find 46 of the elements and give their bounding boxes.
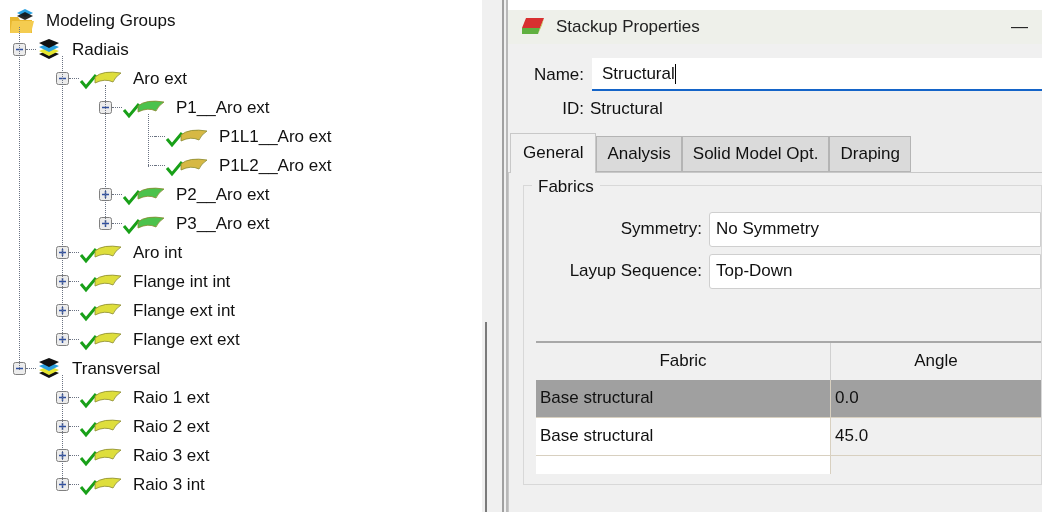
- tab[interactable]: Analysis: [596, 135, 682, 172]
- folder-layers-icon: [8, 6, 36, 35]
- tree-item[interactable]: P1L2__Aro ext: [219, 152, 332, 179]
- tree-item[interactable]: Raio 1 ext: [133, 384, 210, 411]
- table-cell-text: Base structural: [540, 425, 654, 448]
- column-header[interactable]: Fabric: [536, 342, 831, 380]
- tree-item[interactable]: Raio 2 ext: [133, 413, 210, 440]
- tab[interactable]: General: [510, 132, 597, 173]
- tree-item[interactable]: Radiais: [72, 36, 129, 63]
- tree-item[interactable]: Modeling Groups: [46, 7, 176, 34]
- tree-item[interactable]: P2__Aro ext: [176, 181, 270, 208]
- id-value: Structural: [590, 98, 663, 120]
- expand-toggle[interactable]: [56, 275, 69, 288]
- column-header[interactable]: Angle: [831, 342, 1041, 380]
- table-row[interactable]: Base structural 0.0: [536, 379, 1041, 418]
- tree-item[interactable]: Raio 3 int: [133, 471, 205, 498]
- tree-item[interactable]: Flange int int: [133, 268, 231, 295]
- table-cell-text: 0.0: [835, 387, 859, 410]
- tree-item[interactable]: Aro int: [133, 239, 183, 266]
- expand-toggle[interactable]: [56, 478, 69, 491]
- name-field[interactable]: Structural: [592, 58, 1042, 91]
- tree-item[interactable]: P3__Aro ext: [176, 210, 270, 237]
- tree-item[interactable]: P1__Aro ext: [176, 94, 270, 121]
- collapse-toggle[interactable]: [13, 362, 26, 375]
- minimize-button[interactable]: —: [1005, 14, 1034, 40]
- tab[interactable]: Solid Model Opt.: [681, 135, 830, 172]
- name-label: Name:: [532, 63, 584, 86]
- collapse-toggle[interactable]: [99, 101, 112, 114]
- table-cell-text: Base structural: [540, 387, 654, 410]
- field-label: Layup Sequence:: [568, 260, 702, 283]
- tree-item[interactable]: Flange ext ext: [133, 326, 240, 353]
- tab[interactable]: Draping: [829, 135, 912, 172]
- expand-toggle[interactable]: [56, 420, 69, 433]
- tree-item[interactable]: Aro ext: [133, 65, 187, 92]
- dropdown-field[interactable]: No Symmetry: [709, 211, 1041, 247]
- field-label: Symmetry:: [619, 218, 702, 241]
- tree-item[interactable]: Flange ext int: [133, 297, 236, 324]
- tree-item[interactable]: Raio 3 ext: [133, 442, 210, 469]
- expand-toggle[interactable]: [56, 333, 69, 346]
- dropdown-field[interactable]: Top-Down: [709, 253, 1041, 289]
- expand-toggle[interactable]: [99, 217, 112, 230]
- id-label: ID:: [561, 98, 584, 120]
- tree-item[interactable]: P1L1__Aro ext: [219, 123, 332, 150]
- dialog-title: Stackup Properties: [556, 16, 700, 39]
- tree-item[interactable]: Transversal: [72, 355, 161, 382]
- table-cell-text: 45.0: [835, 425, 869, 448]
